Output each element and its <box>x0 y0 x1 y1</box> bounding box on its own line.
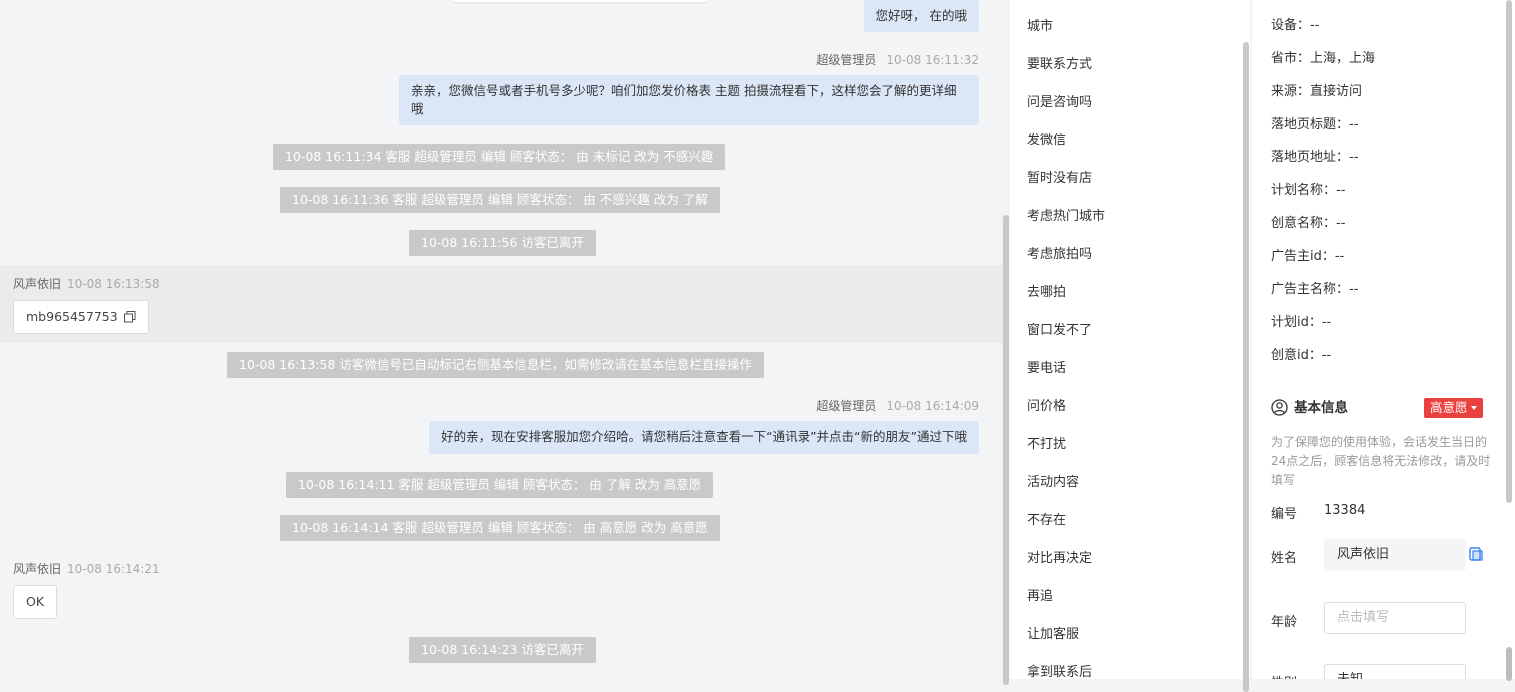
chat-panel: 您好呀， 在的哦 超级管理员 10-08 16:11:32 亲亲，您微信号或者手机… <box>0 0 1005 679</box>
age-input[interactable]: 点击填写 <box>1324 602 1466 634</box>
message-text: 亲亲，您微信号或者手机号多少呢？咱们加您发价格表 主题 拍摄流程看下，这样您会了… <box>411 83 957 116</box>
message-meta: 超级管理员 10-08 16:14:09 <box>816 397 979 414</box>
info-creative-name: 创意名称：-- <box>1271 216 1346 231</box>
id-value: 13384 <box>1324 503 1366 518</box>
message-text: 您好呀， 在的哦 <box>875 8 967 23</box>
agent-message-bubble: 好的亲，现在安排客服加您介绍哈。请您稍后注意查看一下“通讯录”并点击“新的朋友”… <box>429 421 979 454</box>
quick-reply-item[interactable]: 问是咨询吗 <box>1027 85 1105 123</box>
system-notice: 10-08 16:11:36 客服 超级管理员 编辑 顾客状态： 由 不感兴趣 … <box>280 187 720 213</box>
system-notice: 10-08 16:11:34 客服 超级管理员 编辑 顾客状态： 由 未标记 改… <box>273 144 726 170</box>
caret-down-icon <box>1470 406 1477 410</box>
basic-info-heading: 基本信息 <box>1271 398 1348 418</box>
quick-reply-item[interactable]: 考虑热门城市 <box>1027 199 1105 237</box>
system-notice: 10-08 16:14:23 访客已离开 <box>409 637 596 663</box>
message-time: 10-08 16:13:58 <box>67 277 160 291</box>
quick-reply-item[interactable]: 活动内容 <box>1027 465 1105 503</box>
info-scrollbar-thumb[interactable] <box>1506 647 1512 681</box>
quick-reply-panel: 城市 要联系方式 问是咨询吗 发微信 暂时没有店 考虑热门城市 考虑旅拍吗 去哪… <box>1010 0 1250 679</box>
quick-reply-list: 城市 要联系方式 问是咨询吗 发微信 暂时没有店 考虑热门城市 考虑旅拍吗 去哪… <box>1027 9 1105 679</box>
quick-reply-item[interactable]: 去哪拍 <box>1027 275 1105 313</box>
info-advertiser-id: 广告主id：-- <box>1271 249 1345 264</box>
quick-reply-scrollbar[interactable] <box>1243 42 1249 692</box>
info-scrollbar[interactable] <box>1506 0 1512 503</box>
name-field[interactable]: 风声依旧 <box>1324 539 1466 571</box>
quick-reply-item[interactable]: 拿到联系后 <box>1027 655 1105 679</box>
info-plan-name: 计划名称：-- <box>1271 183 1346 198</box>
message-meta: 超级管理员 10-08 16:11:32 <box>816 51 979 68</box>
info-plan-id: 计划id：-- <box>1271 315 1332 330</box>
info-landing-title: 落地页标题：-- <box>1271 117 1359 132</box>
sender-name: 风声依旧 <box>13 277 62 291</box>
visitor-message-bubble: OK <box>13 585 58 619</box>
visitor-message-bubble: mb965457753 <box>13 300 149 334</box>
message-text: mb965457753 <box>26 309 118 324</box>
quick-reply-item[interactable]: 让加客服 <box>1027 617 1105 655</box>
user-circle-icon <box>1271 399 1288 416</box>
message-text: 好的亲，现在安排客服加您介绍哈。请您稍后注意查看一下“通讯录”并点击“新的朋友”… <box>441 429 967 444</box>
quick-reply-item[interactable]: 对比再决定 <box>1027 541 1105 579</box>
info-device: 设备：-- <box>1271 18 1320 33</box>
quick-reply-item[interactable]: 城市 <box>1027 9 1105 47</box>
intent-status-dropdown[interactable]: 高意愿 <box>1424 398 1483 418</box>
sender-name: 超级管理员 <box>816 53 877 67</box>
quick-reply-item[interactable]: 不存在 <box>1027 503 1105 541</box>
info-landing-url: 落地页地址：-- <box>1271 150 1359 165</box>
copy-icon[interactable] <box>123 311 136 323</box>
system-notice: 10-08 16:14:14 客服 超级管理员 编辑 顾客状态： 由 高意愿 改… <box>280 515 720 541</box>
edit-notice: 为了保障您的使用体验，会话发生当日的24点之后，顾客信息将无法修改，请及时填写 <box>1271 435 1491 487</box>
quick-reply-item[interactable]: 问价格 <box>1027 389 1105 427</box>
info-region: 省市：上海，上海 <box>1271 51 1376 66</box>
age-label: 年龄 <box>1271 615 1298 630</box>
message-time: 10-08 16:14:09 <box>886 399 979 413</box>
sender-name: 超级管理员 <box>816 399 877 413</box>
system-notice: 10-08 16:14:11 客服 超级管理员 编辑 顾客状态： 由 了解 改为… <box>286 472 714 498</box>
info-creative-id: 创意id：-- <box>1271 348 1332 363</box>
system-notice: 10-08 16:13:58 访客微信号已自动标记右侧基本信息栏，如需修改请在基… <box>227 352 764 378</box>
gender-select[interactable]: 未知 <box>1324 664 1466 679</box>
agent-message-bubble: 您好呀， 在的哦 <box>863 0 979 32</box>
quick-reply-item[interactable]: 窗口发不了 <box>1027 313 1105 351</box>
quick-reply-item[interactable]: 暂时没有店 <box>1027 161 1105 199</box>
message-time: 10-08 16:14:21 <box>67 562 160 576</box>
quick-reply-item[interactable]: 考虑旅拍吗 <box>1027 237 1105 275</box>
message-text: OK <box>26 594 45 609</box>
name-label: 姓名 <box>1271 551 1298 566</box>
info-advertiser-name: 广告主名称：-- <box>1271 282 1359 297</box>
quick-reply-item[interactable]: 再追 <box>1027 579 1105 617</box>
info-source: 来源：直接访问 <box>1271 84 1363 99</box>
quick-reply-item[interactable]: 要联系方式 <box>1027 47 1105 85</box>
sender-name: 风声依旧 <box>13 562 62 576</box>
intent-label: 高意愿 <box>1430 400 1468 415</box>
agent-message-bubble: 亲亲，您微信号或者手机号多少呢？咱们加您发价格表 主题 拍摄流程看下，这样您会了… <box>399 75 979 125</box>
system-notice: 10-08 16:11:56 访客已离开 <box>409 230 596 256</box>
section-title: 基本信息 <box>1294 400 1348 416</box>
message-card-edge <box>452 0 708 2</box>
copy-name-icon[interactable] <box>1469 547 1483 561</box>
visitor-info-panel: 设备：-- 省市：上海，上海 来源：直接访问 落地页标题：-- 落地页地址：--… <box>1252 0 1515 679</box>
message-time: 10-08 16:11:32 <box>886 53 979 67</box>
chat-scrollbar[interactable] <box>1003 215 1009 685</box>
gender-label: 性别 <box>1271 672 1297 679</box>
quick-reply-item[interactable]: 要电话 <box>1027 351 1105 389</box>
quick-reply-item[interactable]: 不打扰 <box>1027 427 1105 465</box>
id-label: 编号 <box>1271 507 1298 522</box>
message-meta: 风声依旧 10-08 16:14:21 <box>13 560 160 577</box>
message-meta: 风声依旧 10-08 16:13:58 <box>13 275 160 292</box>
quick-reply-item[interactable]: 发微信 <box>1027 123 1105 161</box>
